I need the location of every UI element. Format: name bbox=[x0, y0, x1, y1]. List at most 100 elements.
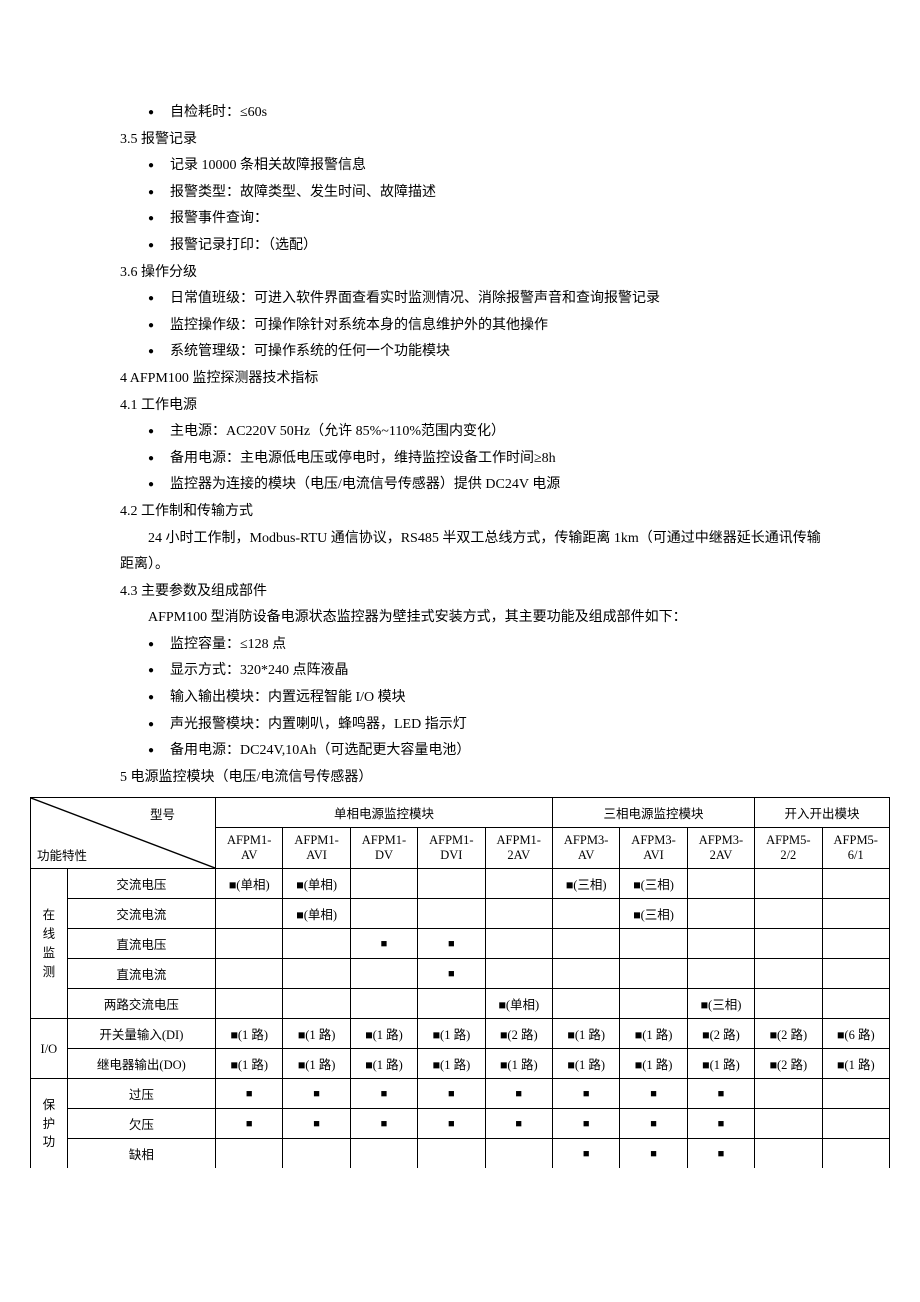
table-cell: ■(2 路) bbox=[755, 1019, 822, 1049]
section-heading: 4.3 主要参数及组成部件 bbox=[120, 579, 830, 606]
table-header-row: 型号 功能特性 单相电源监控模块 三相电源监控模块 开入开出模块 bbox=[31, 798, 890, 828]
table-cell bbox=[350, 869, 417, 899]
table-cell: ■(2 路) bbox=[687, 1019, 754, 1049]
column-header: AFPM1-DVI bbox=[418, 828, 485, 869]
table-cell bbox=[350, 959, 417, 989]
table-cell bbox=[485, 929, 552, 959]
table-cell bbox=[418, 1139, 485, 1169]
table-cell: ■ bbox=[552, 1079, 619, 1109]
table-cell: ■(1 路) bbox=[687, 1049, 754, 1079]
table-cell: ■ bbox=[687, 1079, 754, 1109]
document-body: 自检耗时：≤60s 3.5 报警记录 记录 10000 条相关故障报警信息 报警… bbox=[30, 100, 890, 791]
table-cell bbox=[485, 869, 552, 899]
table-cell bbox=[755, 1139, 822, 1169]
table-cell: ■ bbox=[350, 1079, 417, 1109]
table-cell: ■(1 路) bbox=[620, 1019, 687, 1049]
bullet-item: 声光报警模块：内置喇叭，蜂鸣器，LED 指示灯 bbox=[120, 712, 830, 739]
table-cell: ■ bbox=[687, 1109, 754, 1139]
table-cell bbox=[755, 869, 822, 899]
table-row: 保护功 过压 ■ ■ ■ ■ ■ ■ ■ ■ bbox=[31, 1079, 890, 1109]
table-cell bbox=[216, 989, 283, 1019]
column-header: AFPM3-AVI bbox=[620, 828, 687, 869]
table-row: 继电器输出(DO) ■(1 路) ■(1 路) ■(1 路) ■(1 路) ■(… bbox=[31, 1049, 890, 1079]
paragraph: AFPM100 型消防设备电源状态监控器为壁挂式安装方式，其主要功能及组成部件如… bbox=[120, 605, 830, 632]
table-cell bbox=[822, 1109, 889, 1139]
table-cell bbox=[755, 989, 822, 1019]
section-heading: 4.1 工作电源 bbox=[120, 393, 830, 420]
table-cell: ■ bbox=[216, 1079, 283, 1109]
table-cell bbox=[283, 959, 350, 989]
table-cell bbox=[822, 899, 889, 929]
table-cell: ■ bbox=[620, 1139, 687, 1169]
column-header: AFPM1-AV bbox=[216, 828, 283, 869]
table-cell: ■ bbox=[283, 1109, 350, 1139]
row-label: 直流电流 bbox=[67, 959, 215, 989]
table-cell: ■ bbox=[485, 1079, 552, 1109]
table-cell bbox=[216, 929, 283, 959]
table-cell bbox=[755, 899, 822, 929]
bullet-item: 记录 10000 条相关故障报警信息 bbox=[120, 153, 830, 180]
table-cell: ■ bbox=[485, 1109, 552, 1139]
row-label: 直流电压 bbox=[67, 929, 215, 959]
table-row: 交流电流 ■(单相) ■(三相) bbox=[31, 899, 890, 929]
table-cell bbox=[485, 1139, 552, 1169]
row-label: 缺相 bbox=[67, 1139, 215, 1169]
table-cell bbox=[687, 929, 754, 959]
column-header: AFPM5-2/2 bbox=[755, 828, 822, 869]
table-cell: ■(6 路) bbox=[822, 1019, 889, 1049]
table-row: 在线监测 交流电压 ■(单相) ■(单相) ■(三相) ■(三相) bbox=[31, 869, 890, 899]
table-cell: ■ bbox=[552, 1109, 619, 1139]
table-cell bbox=[620, 959, 687, 989]
table-cell: ■(1 路) bbox=[216, 1019, 283, 1049]
table-cell: ■(1 路) bbox=[822, 1049, 889, 1079]
table-cell: ■(1 路) bbox=[350, 1049, 417, 1079]
table-cell bbox=[216, 899, 283, 929]
table-cell: ■ bbox=[418, 1109, 485, 1139]
table-cell: ■(2 路) bbox=[485, 1019, 552, 1049]
table-cell bbox=[822, 929, 889, 959]
table-cell: ■ bbox=[216, 1109, 283, 1139]
table-cell bbox=[283, 989, 350, 1019]
bullet-item: 监控容量：≤128 点 bbox=[120, 632, 830, 659]
table-cell bbox=[755, 1079, 822, 1109]
column-header: AFPM5-6/1 bbox=[822, 828, 889, 869]
table-cell bbox=[822, 1139, 889, 1169]
table-cell: ■(单相) bbox=[216, 869, 283, 899]
table-cell bbox=[216, 1139, 283, 1169]
table-cell: ■(1 路) bbox=[216, 1049, 283, 1079]
table-row: I/O 开关量输入(DI) ■(1 路) ■(1 路) ■(1 路) ■(1 路… bbox=[31, 1019, 890, 1049]
table-cell bbox=[755, 929, 822, 959]
row-category: I/O bbox=[31, 1019, 68, 1079]
table-cell bbox=[283, 1139, 350, 1169]
table-cell: ■(1 路) bbox=[283, 1019, 350, 1049]
section-heading: 5 电源监控模块（电压/电流信号传感器） bbox=[120, 765, 830, 792]
table-cell: ■(单相) bbox=[485, 989, 552, 1019]
table-cell: ■ bbox=[418, 1079, 485, 1109]
bullet-item: 自检耗时：≤60s bbox=[120, 100, 830, 127]
table-cell: ■(1 路) bbox=[350, 1019, 417, 1049]
section-heading: 4.2 工作制和传输方式 bbox=[120, 499, 830, 526]
table-cell bbox=[822, 959, 889, 989]
table-cell bbox=[283, 929, 350, 959]
table-cell: ■(三相) bbox=[552, 869, 619, 899]
column-group: 单相电源监控模块 bbox=[216, 798, 553, 828]
table-cell bbox=[418, 869, 485, 899]
column-group: 三相电源监控模块 bbox=[552, 798, 754, 828]
table-row: 欠压 ■ ■ ■ ■ ■ ■ ■ ■ bbox=[31, 1109, 890, 1139]
table-cell: ■(1 路) bbox=[552, 1049, 619, 1079]
table-row: 直流电压 ■ ■ bbox=[31, 929, 890, 959]
paragraph: 24 小时工作制，Modbus-RTU 通信协议，RS485 半双工总线方式，传… bbox=[120, 526, 830, 579]
table-cell bbox=[822, 1079, 889, 1109]
table-cell: ■ bbox=[283, 1079, 350, 1109]
table-row: 两路交流电压 ■(单相) ■(三相) bbox=[31, 989, 890, 1019]
header-model-label: 型号 bbox=[150, 804, 175, 823]
bullet-item: 备用电源：DC24V,10Ah（可选配更大容量电池） bbox=[120, 738, 830, 765]
table-cell: ■(1 路) bbox=[283, 1049, 350, 1079]
row-label: 过压 bbox=[67, 1079, 215, 1109]
diagonal-header: 型号 功能特性 bbox=[31, 798, 216, 869]
table-cell bbox=[350, 899, 417, 929]
table-cell bbox=[755, 1109, 822, 1139]
column-header: AFPM3-AV bbox=[552, 828, 619, 869]
row-category: 在线监测 bbox=[31, 869, 68, 1019]
table-cell bbox=[552, 929, 619, 959]
